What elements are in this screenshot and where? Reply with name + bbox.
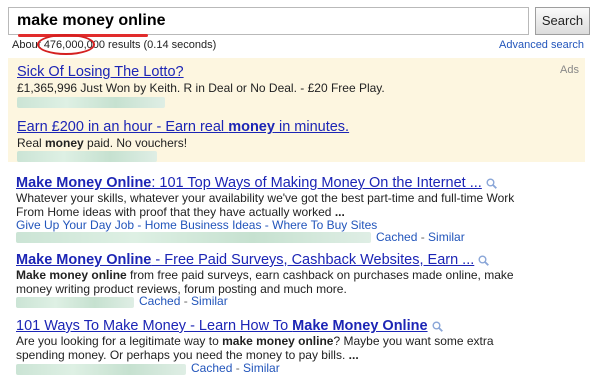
ad-desc-bold: money <box>45 136 84 150</box>
result-title-part: 101 Ways To Make Money - Learn How To <box>16 318 293 334</box>
snippet-part: From Home ideas with proof that they hav… <box>16 205 335 219</box>
ads-block: Ads Sick Of Losing The Lotto? £1,365,996… <box>8 58 585 162</box>
result-snippet: Whatever your skills, whatever your avai… <box>16 191 515 205</box>
result-stats: About 476,000,000 results (0.14 seconds) <box>12 34 217 55</box>
ad-title[interactable]: Earn £200 in an hour - Earn real money i… <box>17 119 349 135</box>
link-separator: - <box>232 361 244 375</box>
ad-title-part: in minutes. <box>274 119 350 135</box>
snippet-part: Are you looking for a legitimate way to <box>16 334 223 348</box>
result-url-blurred <box>16 364 186 375</box>
result-snippet: From Home ideas with proof that they hav… <box>16 205 345 219</box>
cached-similar-links: Cached - Similar <box>139 294 228 308</box>
snippet-part: ? Maybe you want some extra <box>333 334 494 348</box>
snippet-bold: make money online <box>222 334 334 348</box>
cached-link[interactable]: Cached <box>376 230 417 244</box>
similar-link[interactable]: Similar <box>191 294 228 308</box>
magnifier-icon[interactable] <box>432 321 443 332</box>
cached-link[interactable]: Cached <box>191 361 232 375</box>
snippet-bold: Make money online <box>16 268 127 282</box>
ad-title-bold: money <box>228 119 275 135</box>
result-url-blurred <box>16 232 371 243</box>
search-input[interactable]: make money online <box>8 7 529 37</box>
ads-label: Ads <box>560 64 579 76</box>
ad-url-blurred[interactable] <box>17 151 157 162</box>
search-bar: make money online Search <box>8 7 590 37</box>
ad-description: Real money paid. No vouchers! <box>17 136 187 150</box>
ad-title-part: Earn £200 in an hour - Earn real <box>17 119 229 135</box>
result-title[interactable]: Make Money Online: 101 Top Ways of Makin… <box>16 175 497 191</box>
ad-url-blurred[interactable] <box>17 97 165 108</box>
link-separator: - <box>180 294 192 308</box>
stats-suffix: results (0.14 seconds) <box>104 39 217 51</box>
ad-title[interactable]: Sick Of Losing The Lotto? <box>17 64 184 80</box>
result-title[interactable]: 101 Ways To Make Money - Learn How To Ma… <box>16 318 443 334</box>
snippet-part: spending money. Or perhaps you need the … <box>16 348 349 362</box>
advanced-search-link[interactable]: Advanced search <box>499 39 584 51</box>
ad-description: £1,365,996 Just Won by Keith. R in Deal … <box>17 81 385 95</box>
result-snippet: spending money. Or perhaps you need the … <box>16 348 359 362</box>
snippet-ellipsis: ... <box>348 348 359 362</box>
magnifier-icon[interactable] <box>478 255 490 266</box>
similar-link[interactable]: Similar <box>428 230 465 244</box>
link-separator: - <box>417 230 429 244</box>
result-count: 476,000,000 <box>36 34 105 55</box>
ad-desc-part: Real <box>17 136 46 150</box>
result-title-bold: Make Money Online <box>16 252 152 268</box>
snippet-part: from free paid surveys, earn cashback on… <box>126 268 514 282</box>
result-sitelinks[interactable]: Give Up Your Day Job - Home Business Ide… <box>16 218 377 232</box>
result-title[interactable]: Make Money Online - Free Paid Surveys, C… <box>16 252 490 268</box>
result-title-bold: Make Money Online <box>292 318 428 334</box>
cached-link[interactable]: Cached <box>139 294 180 308</box>
result-title-bold: Make Money Online <box>16 175 152 191</box>
search-button[interactable]: Search <box>535 7 590 35</box>
snippet-ellipsis: ... <box>334 205 345 219</box>
result-title-part: : 101 Top Ways of Making Money On the In… <box>151 175 482 191</box>
result-snippet: Are you looking for a legitimate way to … <box>16 334 494 348</box>
search-query: make money online <box>17 12 166 29</box>
cached-similar-links: Cached - Similar <box>376 230 465 244</box>
ad-desc-part: paid. No vouchers! <box>83 136 188 150</box>
magnifier-icon[interactable] <box>486 178 497 189</box>
red-circle-annotation <box>36 34 95 55</box>
result-url-blurred <box>16 297 134 308</box>
similar-link[interactable]: Similar <box>243 361 280 375</box>
result-title-part: - Free Paid Surveys, Cashback Websites, … <box>151 252 475 268</box>
result-snippet: Make money online from free paid surveys… <box>16 268 514 282</box>
cached-similar-links: Cached - Similar <box>191 361 280 375</box>
